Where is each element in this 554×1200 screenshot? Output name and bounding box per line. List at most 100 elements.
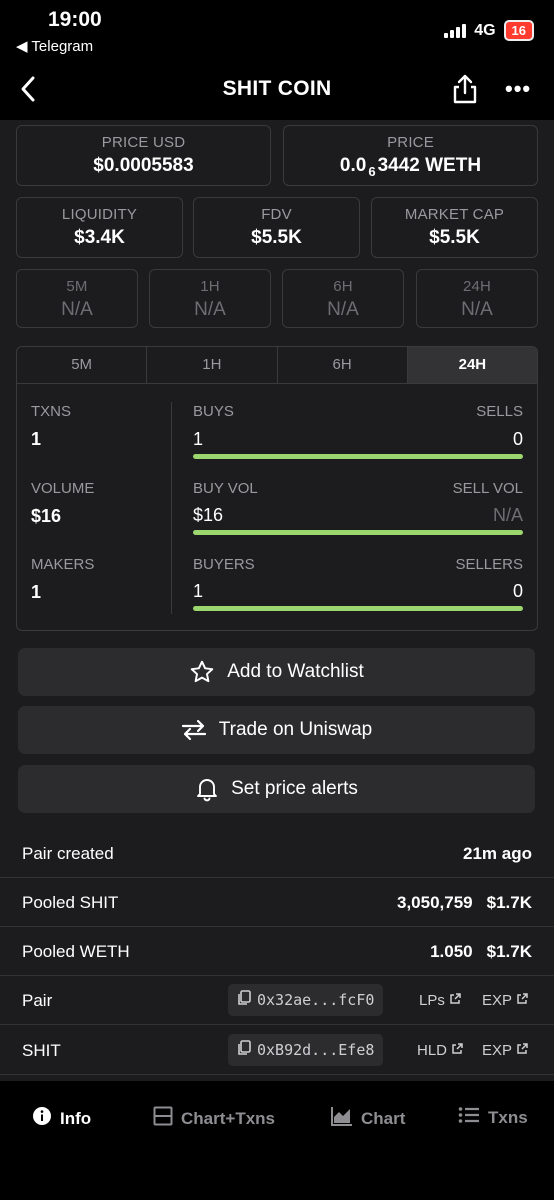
metric-label: LIQUIDITY: [61, 206, 138, 223]
external-link-icon: [516, 992, 528, 1009]
back-to-app-link[interactable]: ◀ Telegram: [16, 37, 93, 55]
battery-icon: 16: [503, 20, 534, 41]
pooled-quote-label: Pooled WETH: [22, 942, 130, 961]
timeframe-tabs: 5M 1H 6H 24H: [17, 347, 537, 384]
pair-address-copy-button[interactable]: 0x32ae...fcF0: [228, 984, 384, 1016]
buys-value: 1: [193, 429, 204, 449]
buyers-label: BUYERS: [193, 556, 255, 573]
explorer-link-label: EXP: [482, 1042, 513, 1059]
external-link-icon: [516, 1042, 528, 1059]
holders-link-label: HLD: [417, 1042, 448, 1059]
lps-link[interactable]: LPs: [419, 992, 461, 1009]
lps-link-label: LPs: [419, 992, 445, 1009]
holders-link[interactable]: HLD: [417, 1042, 463, 1059]
pooled-quote-usd: $1.7K: [486, 942, 532, 961]
token-label: SHIT: [22, 1041, 61, 1060]
price-usd-value: $0.0005583: [93, 155, 194, 176]
liquidity-card: LIQUIDITY $3.4K: [16, 197, 183, 258]
tab-6h[interactable]: 6H: [278, 347, 408, 383]
status-bar: 19:00 ◀ Telegram 4G 16: [0, 0, 554, 60]
buy-vol-label: BUY VOL: [193, 480, 258, 497]
token-address: 0xB92d...Efe8: [257, 1041, 375, 1059]
makers-value: 1: [31, 582, 42, 602]
change-5m-card: 5M N/A: [16, 269, 138, 328]
pair-created-row: Pair created 21m ago: [0, 829, 554, 878]
set-price-alerts-button[interactable]: Set price alerts: [18, 765, 535, 813]
makers-label: MAKERS: [31, 556, 95, 573]
buys-sells-bar: [193, 454, 523, 459]
sell-vol-label: SELL VOL: [452, 480, 523, 497]
nav-txns[interactable]: Txns: [458, 1106, 528, 1129]
metric-label: MARKET CAP: [404, 206, 505, 223]
alerts-label: Set price alerts: [231, 778, 358, 799]
change-label: 5M: [66, 278, 88, 295]
change-value: N/A: [194, 299, 226, 320]
network-type: 4G: [474, 21, 496, 39]
txns-value: 1: [31, 429, 42, 449]
swap-arrows-icon: [181, 719, 207, 741]
sells-value: 0: [512, 429, 523, 449]
buys-label: BUYS: [193, 403, 234, 420]
buyers-value: 1: [193, 581, 204, 601]
pooled-quote-amount: 1.050: [430, 942, 473, 961]
pooled-base-usd: $1.7K: [486, 893, 532, 912]
price-native-value: 0.0 6 3442 WETH: [284, 155, 537, 179]
bottom-nav: Info Chart+Txns Chart Txns: [0, 1081, 554, 1200]
nav-chart-txns-label: Chart+Txns: [181, 1108, 275, 1128]
token-explorer-link[interactable]: EXP: [482, 1042, 528, 1059]
change-1h-card: 1H N/A: [149, 269, 271, 328]
nav-chart[interactable]: Chart: [331, 1106, 405, 1131]
metric-value: $5.5K: [251, 227, 302, 248]
status-indicators: 4G 16: [444, 20, 534, 41]
volume-label: VOLUME: [31, 480, 95, 497]
pair-created-label: Pair created: [22, 844, 114, 863]
pooled-base-label: Pooled SHIT: [22, 893, 119, 912]
more-icon[interactable]: •••: [505, 76, 531, 102]
star-icon: [189, 659, 215, 685]
pooled-quote-row: Pooled WETH 1.050 $1.7K: [0, 927, 554, 976]
buy-vol-value: $16: [193, 505, 224, 525]
pooled-base-values: 3,050,759 $1.7K: [383, 893, 532, 913]
change-value: N/A: [461, 299, 493, 320]
pair-address: 0x32ae...fcF0: [257, 991, 375, 1009]
bell-icon: [195, 776, 219, 802]
signal-icon: [444, 23, 467, 38]
nav-info[interactable]: Info: [32, 1106, 91, 1131]
metric-value: $5.5K: [429, 227, 480, 248]
volume-value: $16: [31, 506, 62, 526]
change-value: N/A: [327, 299, 359, 320]
sells-label: SELLS: [476, 403, 523, 420]
metric-value: $3.4K: [74, 227, 125, 248]
tab-5m[interactable]: 5M: [17, 347, 148, 383]
fdv-card: FDV $5.5K: [193, 197, 360, 258]
trade-on-uniswap-button[interactable]: Trade on Uniswap: [18, 706, 535, 754]
add-to-watchlist-button[interactable]: Add to Watchlist: [18, 648, 535, 696]
price-native-suffix: 3442 WETH: [377, 155, 482, 176]
change-24h-card: 24H N/A: [416, 269, 538, 328]
token-address-copy-button[interactable]: 0xB92d...Efe8: [228, 1034, 384, 1066]
tab-1h[interactable]: 1H: [147, 347, 278, 383]
market-cap-card: MARKET CAP $5.5K: [371, 197, 538, 258]
change-label: 1H: [200, 278, 220, 295]
sellers-label: SELLERS: [455, 556, 523, 573]
nav-chart-label: Chart: [361, 1108, 406, 1128]
buyers-sellers-bar: [193, 606, 523, 611]
pair-label: Pair: [22, 991, 53, 1010]
status-time: 19:00: [48, 8, 102, 31]
share-icon[interactable]: [450, 72, 480, 106]
nav-info-label: Info: [60, 1108, 92, 1128]
panel-divider: [171, 402, 172, 614]
watchlist-label: Add to Watchlist: [227, 661, 364, 682]
external-link-icon: [449, 992, 461, 1009]
tab-24h[interactable]: 24H: [407, 347, 537, 383]
pair-created-value: 21m ago: [463, 844, 532, 863]
volume-bar: [193, 530, 523, 535]
nav-chart-txns[interactable]: Chart+Txns: [153, 1106, 275, 1131]
list-icon: [458, 1106, 480, 1129]
price-native-prefix: 0.0: [339, 155, 367, 176]
nav-txns-label: Txns: [488, 1107, 528, 1127]
transactions-panel: 5M 1H 6H 24H TXNS 1 VOLUME $16 MAKERS 1 …: [16, 346, 538, 631]
pooled-base-row: Pooled SHIT 3,050,759 $1.7K: [0, 878, 554, 927]
area-chart-icon: [331, 1106, 353, 1131]
pair-explorer-link[interactable]: EXP: [482, 992, 528, 1009]
